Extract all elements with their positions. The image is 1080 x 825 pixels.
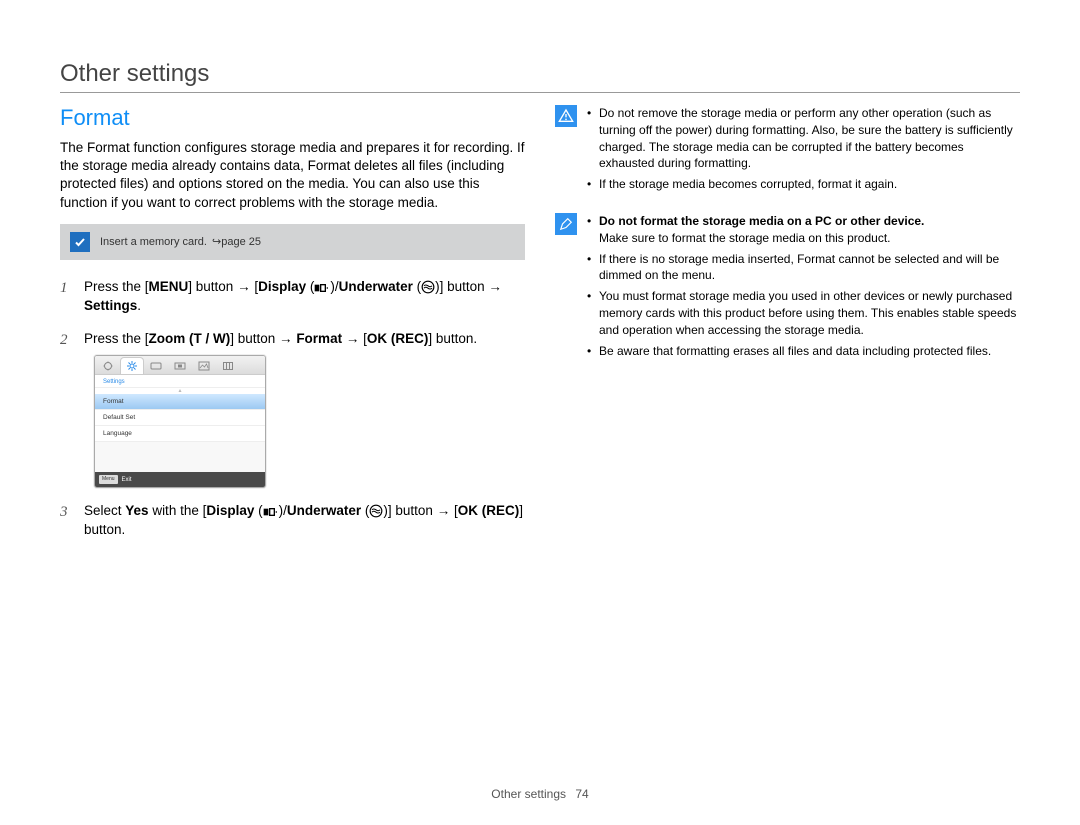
steps-list: 1 Press the [MENU] button → [Display ()/… <box>60 278 525 540</box>
page-footer: Other settings 74 <box>0 787 1080 801</box>
screenshot-menu-button: Menu <box>99 475 118 484</box>
right-column: Do not remove the storage media or perfo… <box>555 105 1020 554</box>
underwater-label: Underwater <box>287 503 361 518</box>
screenshot-tab-icon <box>193 358 215 374</box>
settings-label: Settings <box>84 298 137 313</box>
screenshot-row: Language <box>95 426 265 442</box>
screenshot-header: Settings <box>95 375 265 388</box>
screenshot-tab-bar <box>95 356 265 375</box>
screenshot-exit-label: Exit <box>122 476 132 484</box>
zoom-button-label: Zoom (T / W) <box>149 331 231 346</box>
screenshot-row: Default Set <box>95 410 265 426</box>
memory-note-label: Insert a memory card. <box>100 236 207 248</box>
menu-button-label: MENU <box>149 279 189 294</box>
note-item-lead: Do not format the storage media on a PC … <box>587 213 1020 247</box>
intro-paragraph: The Format function configures storage m… <box>60 139 525 212</box>
note-block: Do not format the storage media on a PC … <box>555 213 1020 363</box>
display-toggle-icon <box>314 282 330 294</box>
ok-rec-label: OK (REC) <box>458 503 520 518</box>
screenshot-row-selected: Format <box>95 394 265 410</box>
underwater-label: Underwater <box>339 279 413 294</box>
page-ref-arrow-icon: ↪ <box>212 235 221 248</box>
screenshot-tab-icon <box>169 358 191 374</box>
step-number: 2 <box>60 330 68 351</box>
device-screenshot: Settings ▴ Format Default Set Language M… <box>94 355 266 489</box>
content-columns: Format The Format function configures st… <box>60 105 1020 554</box>
title-rule <box>60 92 1020 93</box>
step-3: 3 Select Yes with the [Display ()/Underw… <box>60 502 525 540</box>
display-label: Display <box>206 503 254 518</box>
warning-triangle-icon <box>555 105 577 127</box>
note-lead-bold: Do not format the storage media on a PC … <box>599 214 924 228</box>
page-number: 74 <box>575 787 588 801</box>
underwater-icon <box>421 280 435 294</box>
section-title: Format <box>60 105 525 131</box>
step-1: 1 Press the [MENU] button → [Display ()/… <box>60 278 525 316</box>
warning-item: Do not remove the storage media or perfo… <box>587 105 1020 172</box>
checkmark-icon <box>70 232 90 252</box>
note-item: You must format storage media you used i… <box>587 288 1020 338</box>
screenshot-tab-icon <box>97 358 119 374</box>
screenshot-tab-icon <box>217 358 239 374</box>
left-column: Format The Format function configures st… <box>60 105 525 554</box>
note-list: Do not format the storage media on a PC … <box>587 213 1020 363</box>
note-item: If there is no storage media inserted, F… <box>587 251 1020 285</box>
ok-rec-label: OK (REC) <box>367 331 429 346</box>
screenshot-tab-gear-icon <box>121 358 143 374</box>
display-label: Display <box>258 279 306 294</box>
step-number: 1 <box>60 278 68 299</box>
page-title: Other settings <box>60 60 1020 88</box>
footer-label: Other settings <box>491 787 566 801</box>
memory-card-note: Insert a memory card. ↪page 25 <box>60 224 525 260</box>
warning-item: If the storage media becomes corrupted, … <box>587 176 1020 193</box>
memory-note-text: Insert a memory card. ↪page 25 <box>100 235 261 248</box>
yes-label: Yes <box>125 503 148 518</box>
memory-note-page: page 25 <box>221 236 261 248</box>
step-number: 3 <box>60 502 68 523</box>
screenshot-blank <box>95 442 265 472</box>
note-item: Be aware that formatting erases all file… <box>587 343 1020 360</box>
warning-list: Do not remove the storage media or perfo… <box>587 105 1020 197</box>
warning-block: Do not remove the storage media or perfo… <box>555 105 1020 197</box>
document-page: Other settings Format The Format functio… <box>0 0 1080 825</box>
step-2: 2 Press the [Zoom (T / W)] button → Form… <box>60 330 525 489</box>
screenshot-footer: Menu Exit <box>95 472 265 487</box>
underwater-icon <box>369 504 383 518</box>
note-lead-rest: Make sure to format the storage media on… <box>599 230 1020 247</box>
screenshot-tab-icon <box>145 358 167 374</box>
note-pencil-icon <box>555 213 577 235</box>
display-toggle-icon <box>263 506 279 518</box>
format-label: Format <box>296 331 342 346</box>
